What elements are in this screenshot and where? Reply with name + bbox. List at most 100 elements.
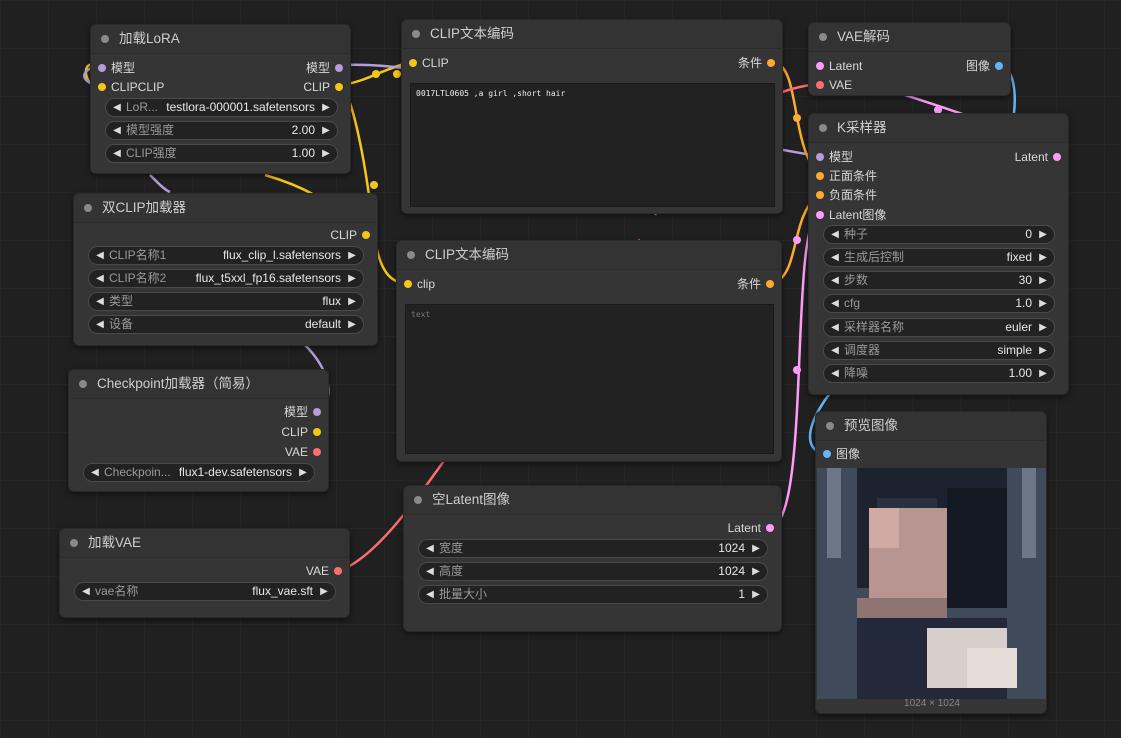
clip-name-1-combo[interactable]: ◀ CLIP名称1 flux_clip_l.safetensors ▶ [88, 246, 364, 265]
arrow-left-icon[interactable]: ◀ [110, 145, 124, 162]
width-number[interactable]: ◀ 宽度 1024 ▶ [418, 539, 768, 558]
arrow-left-icon[interactable]: ◀ [88, 464, 102, 481]
arrow-right-icon[interactable]: ▶ [319, 99, 333, 116]
latent-port-icon[interactable] [1053, 153, 1061, 161]
arrow-right-icon[interactable]: ▶ [1036, 295, 1050, 312]
arrow-right-icon[interactable]: ▶ [1036, 226, 1050, 243]
output-clip[interactable]: CLIP [303, 79, 348, 95]
node-title[interactable]: 加载VAE [60, 529, 349, 558]
arrow-right-icon[interactable]: ▶ [296, 464, 310, 481]
arrow-left-icon[interactable]: ◀ [423, 540, 437, 557]
node-title[interactable]: K采样器 [809, 114, 1068, 143]
scheduler-combo[interactable]: ◀ 调度器 simple ▶ [823, 341, 1055, 360]
clip-port-icon[interactable] [335, 83, 343, 91]
collapse-dot-icon[interactable] [819, 33, 827, 41]
input-model[interactable]: 模型 [93, 60, 135, 76]
arrow-right-icon[interactable]: ▶ [1036, 272, 1050, 289]
conditioning-port-icon[interactable] [816, 191, 824, 199]
collapse-dot-icon[interactable] [412, 30, 420, 38]
output-image[interactable]: 图像 [966, 58, 1008, 74]
device-combo[interactable]: ◀ 设备 default ▶ [88, 315, 364, 334]
vae-port-icon[interactable] [313, 448, 321, 456]
vae-name-combo[interactable]: ◀ vae名称 flux_vae.sft ▶ [74, 582, 336, 601]
clip-port-icon[interactable] [409, 59, 417, 67]
collapse-dot-icon[interactable] [79, 380, 87, 388]
model-strength-number[interactable]: ◀ 模型强度 2.00 ▶ [105, 121, 338, 140]
node-title[interactable]: 双CLIP加载器 [74, 194, 377, 223]
output-clip[interactable]: CLIP [330, 227, 375, 243]
arrow-left-icon[interactable]: ◀ [93, 293, 107, 310]
type-combo[interactable]: ◀ 类型 flux ▶ [88, 292, 364, 311]
arrow-right-icon[interactable]: ▶ [345, 247, 359, 264]
arrow-left-icon[interactable]: ◀ [828, 272, 842, 289]
clip-port-icon[interactable] [313, 428, 321, 436]
seed-number[interactable]: ◀ 种子 0 ▶ [823, 225, 1055, 244]
collapse-dot-icon[interactable] [826, 422, 834, 430]
output-conditioning[interactable]: 条件 [738, 55, 780, 71]
node-title[interactable]: 空Latent图像 [404, 486, 781, 515]
node-vae-decode[interactable]: VAE解码 Latent VAE 图像 [808, 22, 1011, 96]
input-latent[interactable]: Latent [811, 58, 862, 74]
arrow-left-icon[interactable]: ◀ [828, 365, 842, 382]
node-title[interactable]: 预览图像 [816, 412, 1046, 441]
output-latent[interactable]: Latent [728, 520, 779, 536]
model-port-icon[interactable] [313, 408, 321, 416]
model-port-icon[interactable] [335, 64, 343, 72]
model-port-icon[interactable] [816, 153, 824, 161]
input-clip[interactable]: CLIP [404, 55, 449, 71]
node-ksampler[interactable]: K采样器 模型 正面条件 负面条件 Latent图像 Latent ◀ 种子 0 ▶ … [808, 113, 1069, 395]
node-empty-latent-image[interactable]: 空Latent图像 Latent ◀ 宽度 1024 ▶ ◀ 高度 1024 ▶ ◀ 批量大小… [403, 485, 782, 632]
preview-image[interactable] [817, 468, 1046, 699]
input-latent-image[interactable]: Latent图像 [811, 207, 886, 223]
node-title[interactable]: VAE解码 [809, 23, 1010, 52]
collapse-dot-icon[interactable] [70, 539, 78, 547]
lora-name-combo[interactable]: ◀ LoR... testlora-000001.safetensors ▶ [105, 98, 338, 117]
collapse-dot-icon[interactable] [84, 204, 92, 212]
latent-port-icon[interactable] [816, 62, 824, 70]
height-number[interactable]: ◀ 高度 1024 ▶ [418, 562, 768, 581]
input-model[interactable]: 模型 [811, 149, 853, 165]
node-dual-clip-loader[interactable]: 双CLIP加载器 CLIP ◀ CLIP名称1 flux_clip_l.safete… [73, 193, 378, 346]
arrow-left-icon[interactable]: ◀ [93, 316, 107, 333]
arrow-left-icon[interactable]: ◀ [93, 247, 107, 264]
sampler-name-combo[interactable]: ◀ 采样器名称 euler ▶ [823, 318, 1055, 337]
conditioning-port-icon[interactable] [767, 59, 775, 67]
arrow-left-icon[interactable]: ◀ [110, 99, 124, 116]
arrow-left-icon[interactable]: ◀ [828, 295, 842, 312]
node-title[interactable]: 加载LoRA [91, 25, 350, 54]
arrow-left-icon[interactable]: ◀ [79, 583, 93, 600]
denoise-number[interactable]: ◀ 降噪 1.00 ▶ [823, 364, 1055, 383]
arrow-right-icon[interactable]: ▶ [345, 293, 359, 310]
clip-strength-number[interactable]: ◀ CLIP强度 1.00 ▶ [105, 144, 338, 163]
arrow-left-icon[interactable]: ◀ [110, 122, 124, 139]
arrow-right-icon[interactable]: ▶ [345, 270, 359, 287]
latent-port-icon[interactable] [766, 524, 774, 532]
input-clip[interactable]: CLIPCLIP [93, 79, 164, 95]
vae-port-icon[interactable] [334, 567, 342, 575]
conditioning-port-icon[interactable] [766, 280, 774, 288]
arrow-left-icon[interactable]: ◀ [423, 563, 437, 580]
node-load-vae[interactable]: 加载VAE VAE ◀ vae名称 flux_vae.sft ▶ [59, 528, 350, 618]
arrow-left-icon[interactable]: ◀ [93, 270, 107, 287]
collapse-dot-icon[interactable] [819, 124, 827, 132]
output-vae[interactable]: VAE [285, 444, 326, 460]
input-clip[interactable]: clip [399, 276, 435, 292]
model-port-icon[interactable] [98, 64, 106, 72]
arrow-right-icon[interactable]: ▶ [749, 563, 763, 580]
node-title[interactable]: Checkpoint加载器（简易） [69, 370, 328, 399]
arrow-right-icon[interactable]: ▶ [319, 122, 333, 139]
output-clip[interactable]: CLIP [281, 424, 326, 440]
clip-port-icon[interactable] [98, 83, 106, 91]
arrow-left-icon[interactable]: ◀ [828, 226, 842, 243]
conditioning-port-icon[interactable] [816, 172, 824, 180]
output-latent[interactable]: Latent [1015, 149, 1066, 165]
arrow-right-icon[interactable]: ▶ [1036, 319, 1050, 336]
node-load-lora[interactable]: 加载LoRA 模型 CLIPCLIP 模型 CLIP ◀ LoR... testlo… [90, 24, 351, 174]
arrow-right-icon[interactable]: ▶ [317, 583, 331, 600]
batch-size-number[interactable]: ◀ 批量大小 1 ▶ [418, 585, 768, 604]
input-negative[interactable]: 负面条件 [811, 187, 877, 203]
prompt-textarea[interactable]: text [405, 304, 774, 454]
output-model[interactable]: 模型 [284, 404, 326, 420]
clip-port-icon[interactable] [404, 280, 412, 288]
input-positive[interactable]: 正面条件 [811, 168, 877, 184]
